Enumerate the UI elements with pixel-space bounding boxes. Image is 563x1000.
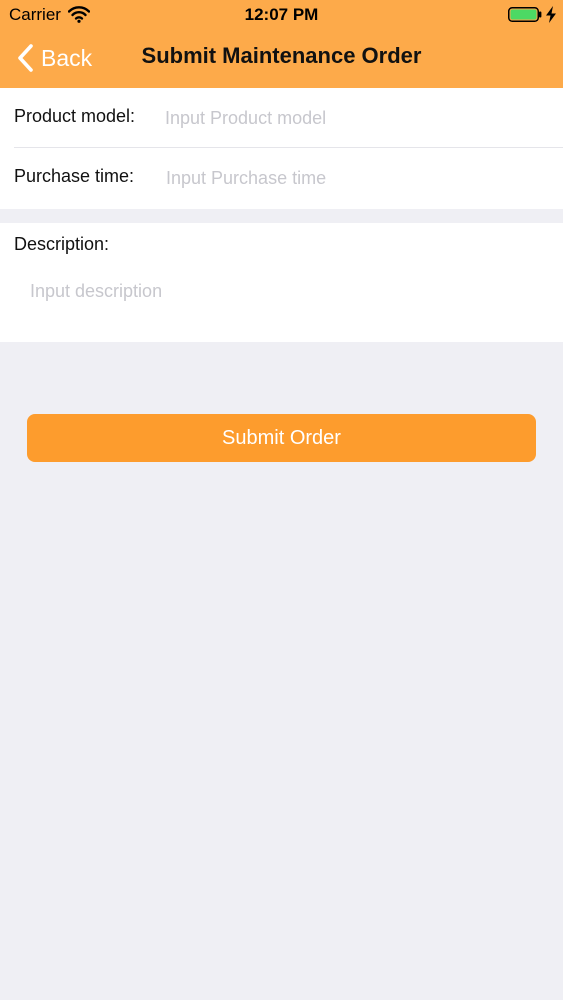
clock: 12:07 PM (244, 5, 319, 24)
description-label: Description: (14, 234, 110, 254)
status-bar: Carrier 12:07 PM (0, 0, 563, 30)
purchase-time-input[interactable] (166, 160, 546, 196)
screen: Carrier 12:07 PM Back Submit Maintenance… (0, 0, 563, 1000)
product-model-input[interactable] (165, 100, 545, 136)
navigation-bar: Back Submit Maintenance Order (0, 30, 563, 86)
product-info-section: Product model: Purchase time: (0, 88, 563, 209)
page-title: Submit Maintenance Order (141, 43, 422, 68)
purchase-time-label: Purchase time: (14, 166, 135, 186)
product-model-label: Product model: (14, 106, 136, 126)
battery-icon (508, 7, 542, 22)
charging-bolt-icon (546, 6, 556, 23)
purchase-time-row: Purchase time: (0, 148, 563, 208)
top-bar: Carrier 12:07 PM Back Submit Maintenance… (0, 0, 563, 88)
submit-order-button[interactable]: Submit Order (27, 414, 536, 462)
description-section: Description: (0, 223, 563, 342)
product-model-row: Product model: (0, 88, 563, 148)
description-input[interactable] (25, 279, 545, 331)
